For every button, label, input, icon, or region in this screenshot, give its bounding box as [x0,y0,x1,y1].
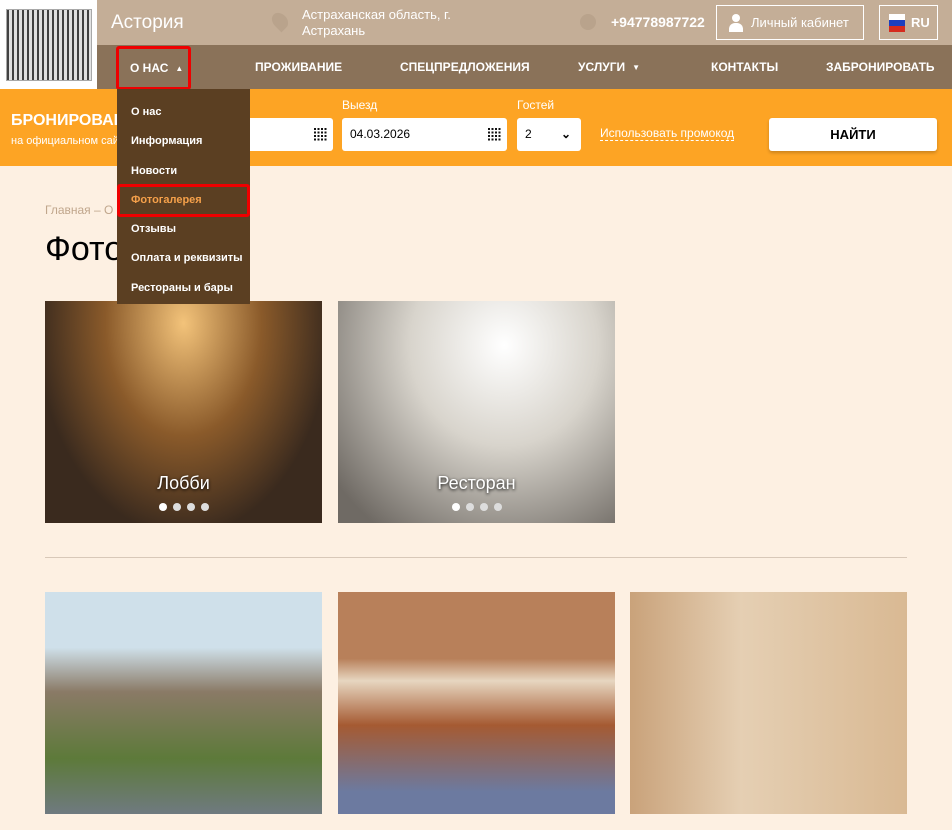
guests-value: 2 [525,127,532,141]
user-icon [729,13,743,32]
gallery-card-lobby[interactable]: Лобби [45,301,322,523]
carousel-dot[interactable] [451,503,460,511]
phone-number[interactable]: +94778987722 [611,14,705,30]
guests-label: Гостей [517,98,555,112]
booking-subtitle: на официальном сайте [11,135,130,147]
checkout-value: 04.03.2026 [350,127,411,141]
carousel-dot[interactable] [479,503,488,511]
address: Астраханская область, г. Астрахань [302,7,451,38]
nav-about[interactable]: О НАС ▲ [116,46,191,90]
nav-services[interactable]: УСЛУГИ ▼ [578,45,640,89]
carousel-dot[interactable] [200,503,209,511]
guests-select[interactable]: 2 ⌄ [517,118,581,151]
cabinet-label: Личный кабинет [751,15,849,30]
carousel-dot[interactable] [186,503,195,511]
menu-item-gallery[interactable]: Фотогалерея [117,184,250,217]
chevron-down-icon: ⌄ [560,127,571,141]
checkout-label: Выезд [342,98,378,112]
caret-up-icon: ▲ [175,64,184,73]
brand-name: Астория [111,12,184,33]
lang-label: RU [911,15,930,30]
gallery-caption: Ресторан [437,473,516,493]
logo[interactable] [0,0,97,89]
language-button[interactable]: RU [879,5,938,40]
menu-item-info[interactable]: Информация [131,135,202,147]
nav-book[interactable]: ЗАБРОНИРОВАТЬ [826,45,935,89]
nav-contacts[interactable]: КОНТАКТЫ [711,45,778,89]
hotel-building-image [5,8,92,81]
carousel-dots [338,498,615,516]
about-dropdown-menu: О нас Информация Новости Фотогалерея Отз… [117,89,250,304]
gallery-card-restaurant[interactable]: Ресторан [338,301,615,523]
nav-offers[interactable]: СПЕЦПРЕДЛОЖЕНИЯ [400,45,530,89]
gallery-caption: Лобби [157,473,210,493]
carousel-dot[interactable] [172,503,181,511]
carousel-dot[interactable] [158,503,167,511]
nav-services-label: УСЛУГИ [578,60,626,74]
search-button[interactable]: НАЙТИ [769,118,937,151]
menu-item-about[interactable]: О нас [131,106,162,118]
russia-flag-icon [889,13,905,32]
gallery-card-smart-speaker[interactable] [630,592,907,814]
calendar-icon [314,128,327,141]
carousel-dots [45,498,322,516]
nav-about-label: О НАС [130,61,169,75]
divider [45,557,907,558]
main-nav: О НАС ▲ ПРОЖИВАНИЕ СПЕЦПРЕДЛОЖЕНИЯ УСЛУГИ… [97,45,952,90]
personal-cabinet-button[interactable]: Личный кабинет [716,5,864,40]
menu-item-reviews[interactable]: Отзывы [131,223,176,235]
menu-item-restaurants[interactable]: Рестораны и бары [131,282,233,294]
gallery-card-building[interactable] [45,592,322,814]
nav-accommodation[interactable]: ПРОЖИВАНИЕ [255,45,342,89]
menu-item-payment[interactable]: Оплата и реквизиты [131,252,243,264]
calendar-icon [488,128,501,141]
promo-link[interactable]: Использовать промокод [600,126,735,141]
phone-icon [580,14,596,30]
gallery-card-conference[interactable] [338,592,615,814]
checkin-input[interactable] [240,118,333,151]
caret-down-icon: ▼ [632,63,641,72]
menu-item-news[interactable]: Новости [131,165,177,177]
carousel-dot[interactable] [493,503,502,511]
checkout-input[interactable]: 04.03.2026 [342,118,507,151]
carousel-dot[interactable] [465,503,474,511]
